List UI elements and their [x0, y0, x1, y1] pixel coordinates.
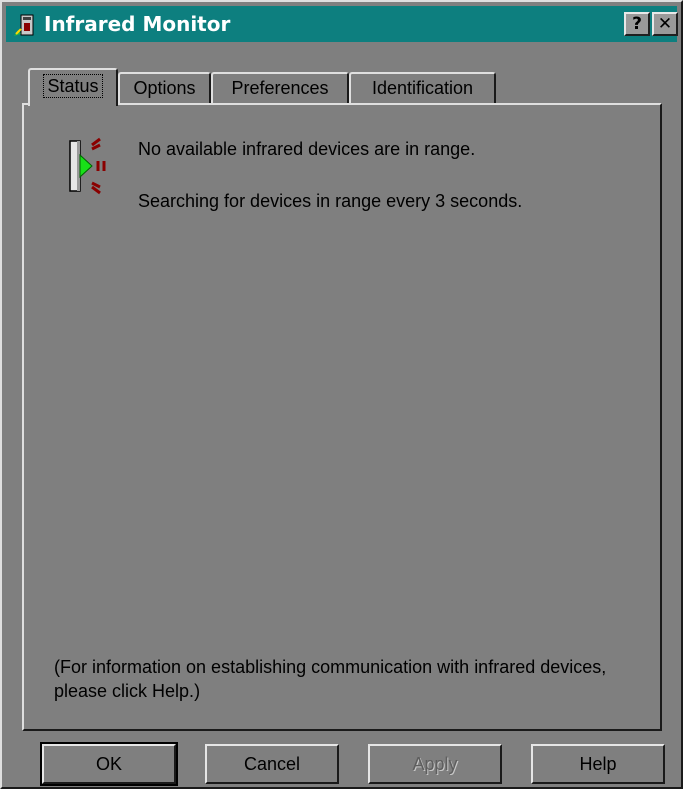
- ok-button-label: OK: [95, 754, 122, 774]
- tab-status-label: Status: [43, 74, 103, 98]
- help-button[interactable]: Help: [531, 744, 665, 784]
- infrared-port-icon: [69, 137, 106, 195]
- search-interval-message: Searching for devices in range every 3 s…: [138, 191, 523, 211]
- cancel-button[interactable]: Cancel: [205, 744, 339, 784]
- tab-preferences[interactable]: Preferences: [211, 72, 349, 104]
- infrared-monitor-app-icon: [14, 14, 34, 36]
- tab-preferences-label: Preferences: [231, 78, 329, 98]
- help-title-button[interactable]: ?: [624, 12, 650, 36]
- window-title: Infrared Monitor: [44, 12, 231, 36]
- dialog-window: Infrared Monitor ? ✕ Status Options Pref…: [0, 0, 683, 789]
- cancel-button-label: Cancel: [243, 754, 301, 774]
- help-info-note: (For information on establishing communi…: [54, 657, 607, 701]
- close-button[interactable]: ✕: [652, 12, 678, 36]
- tab-options-label: Options: [133, 78, 196, 98]
- status-message: No available infrared devices are in ran…: [138, 139, 476, 159]
- apply-button-label: Apply: [412, 754, 458, 774]
- tab-status[interactable]: Status: [28, 68, 118, 106]
- title-bar[interactable]: Infrared Monitor ? ✕: [6, 6, 678, 42]
- help-button-label: Help: [579, 754, 617, 774]
- tab-identification[interactable]: Identification: [349, 72, 496, 104]
- tab-identification-label: Identification: [371, 78, 474, 98]
- tab-options[interactable]: Options: [118, 72, 211, 104]
- ok-button[interactable]: OK: [40, 742, 178, 786]
- apply-button[interactable]: Apply: [368, 744, 502, 784]
- status-tab-panel: No available infrared devices are in ran…: [22, 103, 662, 731]
